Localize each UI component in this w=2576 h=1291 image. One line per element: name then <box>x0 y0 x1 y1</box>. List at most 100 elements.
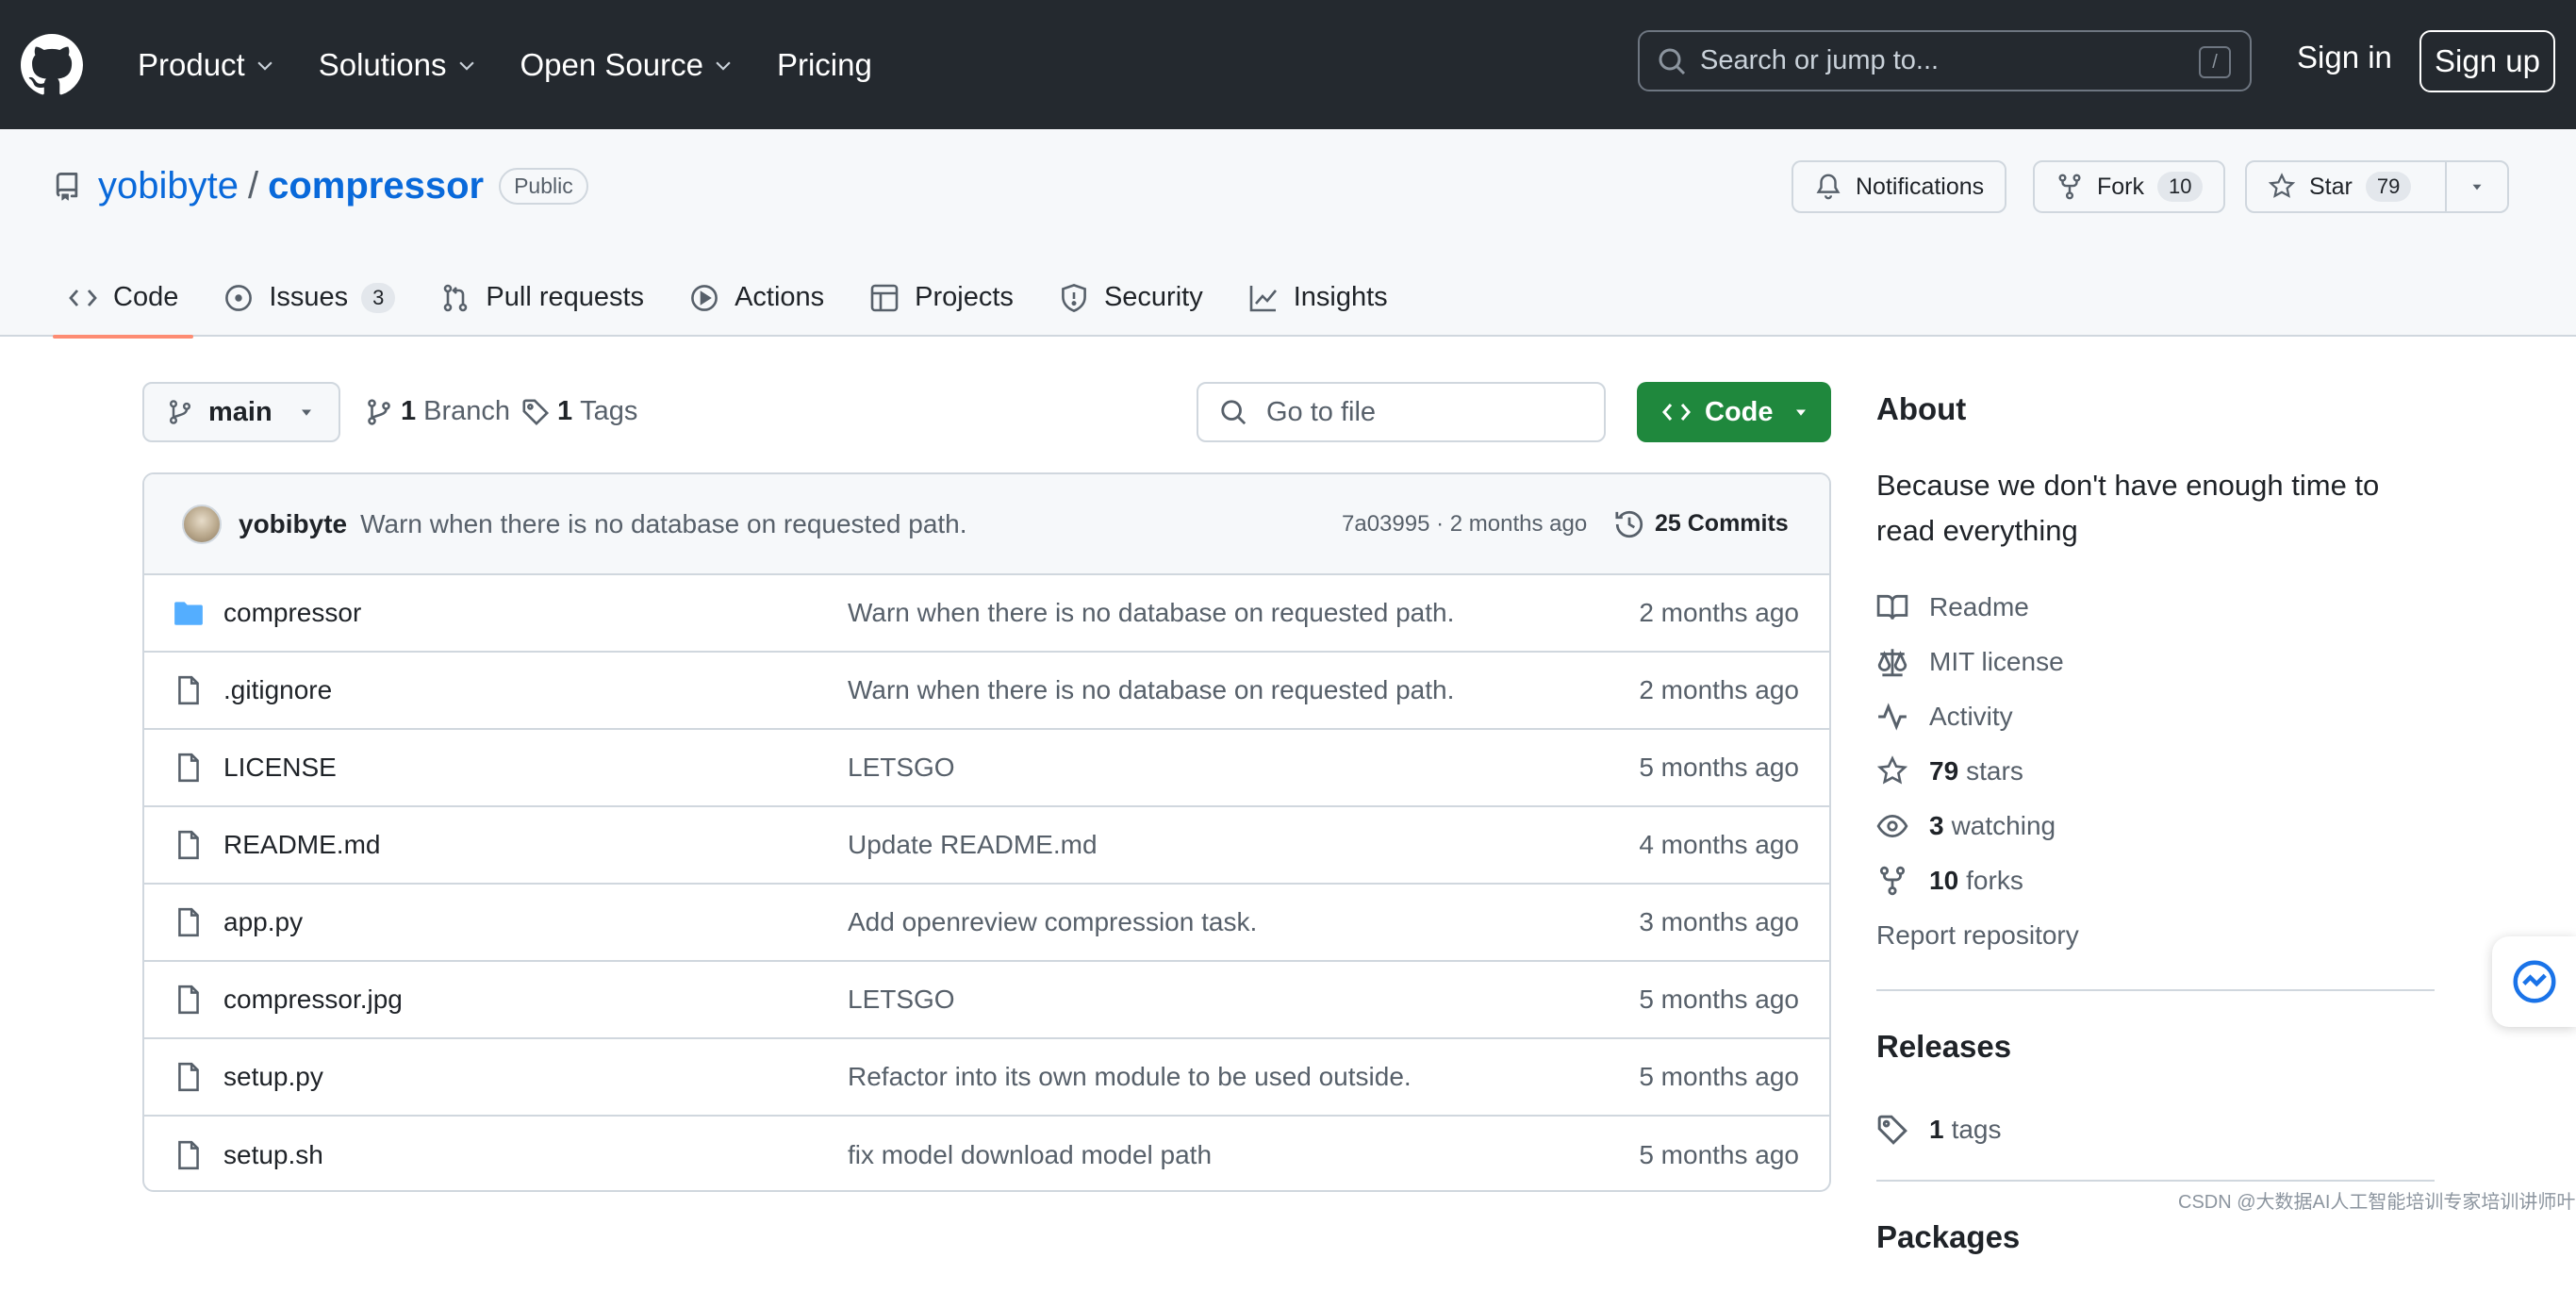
caret-down-icon <box>302 409 311 416</box>
file-commit-message[interactable]: Update README.md <box>848 830 1098 860</box>
about-sidebar: About Because we don't have enough time … <box>1876 391 2435 1291</box>
file-icon <box>178 675 199 705</box>
commits-history-link[interactable]: 25 Commits <box>1613 508 1789 540</box>
file-name-link[interactable]: compressor <box>223 598 361 628</box>
file-commit-date: 4 months ago <box>1639 830 1799 859</box>
repo-name-link[interactable]: compressor <box>268 165 484 207</box>
file-row[interactable]: setup.py Refactor into its own module to… <box>144 1039 1829 1117</box>
caret-down-icon <box>2472 184 2482 190</box>
chevron-down-icon <box>458 60 474 71</box>
license-link[interactable]: MIT license <box>1876 635 2435 689</box>
report-repository-link[interactable]: Report repository <box>1876 908 2435 963</box>
tab-code[interactable]: Code <box>53 258 194 339</box>
tags-link[interactable]: 1 Tags <box>521 396 637 427</box>
file-row[interactable]: compressor.jpg LETSGO 5 months ago <box>144 962 1829 1039</box>
commit-hash-and-time[interactable]: 7a03995 · 2 months ago <box>1342 511 1587 538</box>
file-icon <box>178 1140 199 1170</box>
eye-icon <box>1876 814 1908 838</box>
search-placeholder: Search or jump to... <box>1700 45 1940 75</box>
tab-issues[interactable]: Issues 3 <box>208 258 410 337</box>
nav-product[interactable]: Product <box>128 47 285 83</box>
tab-actions[interactable]: Actions <box>674 258 839 337</box>
sign-up-button[interactable]: Sign up <box>2419 30 2555 92</box>
report-repository-label: Report repository <box>1876 920 2079 950</box>
file-name-link[interactable]: LICENSE <box>223 753 337 783</box>
floating-assistant-button[interactable] <box>2492 936 2576 1027</box>
branch-icon <box>169 400 191 424</box>
tab-projects[interactable]: Projects <box>854 258 1029 337</box>
tab-insights[interactable]: Insights <box>1233 258 1403 337</box>
nav-open-source[interactable]: Open Source <box>511 47 743 83</box>
file-commit-date: 5 months ago <box>1639 985 1799 1014</box>
stars-count: 79 <box>1929 756 1959 786</box>
file-commit-message[interactable]: LETSGO <box>848 985 955 1015</box>
packages-heading[interactable]: Packages <box>1876 1219 2435 1255</box>
avatar[interactable] <box>182 504 222 544</box>
fork-button[interactable]: Fork 10 <box>2033 160 2226 213</box>
tab-security-label: Security <box>1103 282 1203 312</box>
file-commit-message[interactable]: LETSGO <box>848 753 955 783</box>
file-name-link[interactable]: README.md <box>223 830 380 860</box>
notifications-button[interactable]: Notifications <box>1792 160 2007 213</box>
readme-link[interactable]: Readme <box>1876 580 2435 635</box>
branch-count-label: Branch <box>423 396 511 426</box>
stars-link[interactable]: 79 stars <box>1876 744 2435 799</box>
folder-icon <box>174 602 203 625</box>
tab-pull-requests[interactable]: Pull requests <box>425 258 659 337</box>
forks-link[interactable]: 10 forks <box>1876 853 2435 908</box>
star-button[interactable]: Star 79 <box>2245 160 2447 213</box>
fork-icon <box>2058 174 2081 200</box>
search-shortcut-key: / <box>2199 46 2231 78</box>
tab-pull-requests-label: Pull requests <box>486 282 645 312</box>
repo-owner-link[interactable]: yobibyte <box>98 165 239 207</box>
file-commit-message[interactable]: fix model download model path <box>848 1140 1212 1170</box>
star-list-dropdown[interactable] <box>2445 160 2509 213</box>
file-commit-message[interactable]: Warn when there is no database on reques… <box>848 598 1454 628</box>
file-row[interactable]: setup.sh fix model download model path 5… <box>144 1117 1829 1190</box>
graph-icon <box>1249 285 1277 311</box>
watching-link[interactable]: 3 watching <box>1876 799 2435 853</box>
file-name-link[interactable]: setup.py <box>223 1062 323 1092</box>
tag-count: 1 <box>557 396 573 426</box>
fork-label: Fork <box>2097 173 2144 200</box>
nav-pricing[interactable]: Pricing <box>768 47 882 83</box>
file-name-link[interactable]: setup.sh <box>223 1140 323 1170</box>
file-commit-message[interactable]: Warn when there is no database on reques… <box>848 675 1454 705</box>
file-row[interactable]: .gitignore Warn when there is no databas… <box>144 653 1829 730</box>
stars-label: stars <box>1966 756 2023 786</box>
go-to-file-placeholder: Go to file <box>1266 396 1377 427</box>
forks-label: forks <box>1966 866 2023 895</box>
fork-icon <box>1879 866 1906 896</box>
nav-solutions[interactable]: Solutions <box>309 47 487 83</box>
branch-icon <box>368 398 390 425</box>
watching-label: watching <box>1951 811 2056 840</box>
search-input[interactable]: Search or jump to... / <box>1638 30 2252 91</box>
activity-link[interactable]: Activity <box>1876 689 2435 744</box>
shield-icon <box>1062 283 1086 312</box>
code-dropdown-button[interactable]: Code <box>1637 382 1831 442</box>
file-name-link[interactable]: .gitignore <box>223 675 332 705</box>
sign-in-link[interactable]: Sign in <box>2297 40 2392 75</box>
tag-icon <box>522 399 550 425</box>
commit-author-link[interactable]: yobibyte <box>239 509 347 539</box>
tag-icon <box>1877 1115 1907 1145</box>
file-row[interactable]: app.py Add openreview compression task. … <box>144 885 1829 962</box>
commit-message-link[interactable]: Warn when there is no database on reques… <box>360 509 966 539</box>
file-name-link[interactable]: app.py <box>223 907 303 937</box>
file-name-link[interactable]: compressor.jpg <box>223 985 403 1015</box>
nav-open-source-label: Open Source <box>520 46 703 82</box>
branches-link[interactable]: 1 Branch <box>365 396 510 427</box>
file-commit-date: 5 months ago <box>1639 1062 1799 1091</box>
file-row[interactable]: README.md Update README.md 4 months ago <box>144 807 1829 885</box>
file-commit-message[interactable]: Refactor into its own module to be used … <box>848 1062 1412 1092</box>
tab-security[interactable]: Security <box>1044 258 1218 337</box>
release-tags-link[interactable]: 1 tags <box>1876 1102 2435 1157</box>
file-commit-message[interactable]: Add openreview compression task. <box>848 907 1257 937</box>
branch-selector[interactable]: main <box>142 382 340 442</box>
go-to-file-input[interactable]: Go to file <box>1197 382 1606 442</box>
file-row[interactable]: compressor Warn when there is no databas… <box>144 575 1829 653</box>
releases-heading[interactable]: Releases <box>1876 1029 2435 1065</box>
watermark-text: CSDN @大数据AI人工智能培训专家培训讲师叶 <box>2178 1192 2576 1213</box>
github-logo-icon[interactable] <box>21 33 83 96</box>
file-row[interactable]: LICENSE LETSGO 5 months ago <box>144 730 1829 807</box>
